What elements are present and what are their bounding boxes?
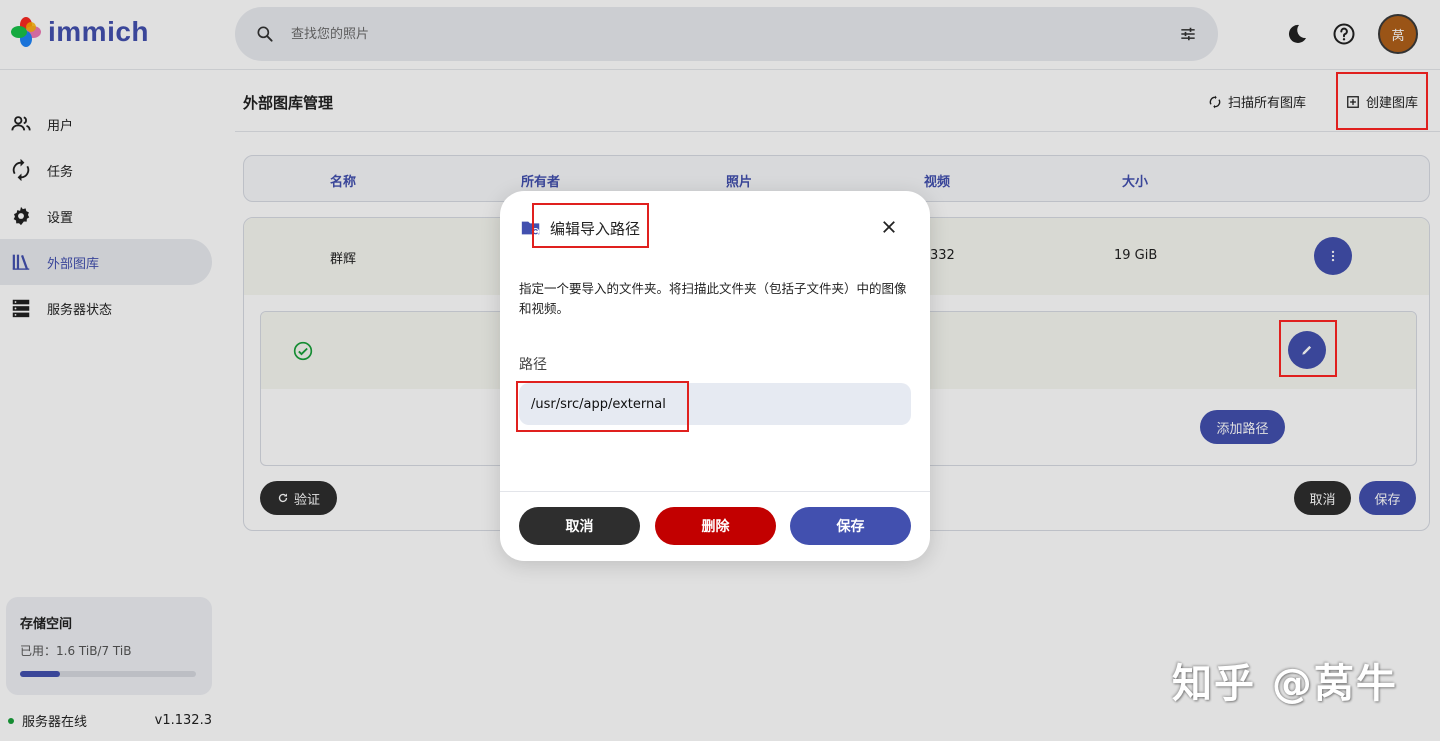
dialog-footer-divider (500, 491, 930, 492)
highlight-create-library (1336, 72, 1428, 130)
highlight-path-input (516, 381, 689, 432)
watermark: 知乎 @莴牛 (1172, 661, 1398, 707)
dialog-cancel-button[interactable]: 取消 (519, 507, 640, 545)
close-icon[interactable] (880, 218, 898, 236)
dialog-delete-button[interactable]: 删除 (655, 507, 776, 545)
dialog-save-button[interactable]: 保存 (790, 507, 911, 545)
highlight-edit-path (1279, 320, 1337, 377)
dialog-description: 指定一个要导入的文件夹。将扫描此文件夹（包括子文件夹）中的图像和视频。 (519, 281, 907, 316)
path-field-label: 路径 (519, 357, 547, 373)
highlight-dialog-title (532, 203, 649, 248)
